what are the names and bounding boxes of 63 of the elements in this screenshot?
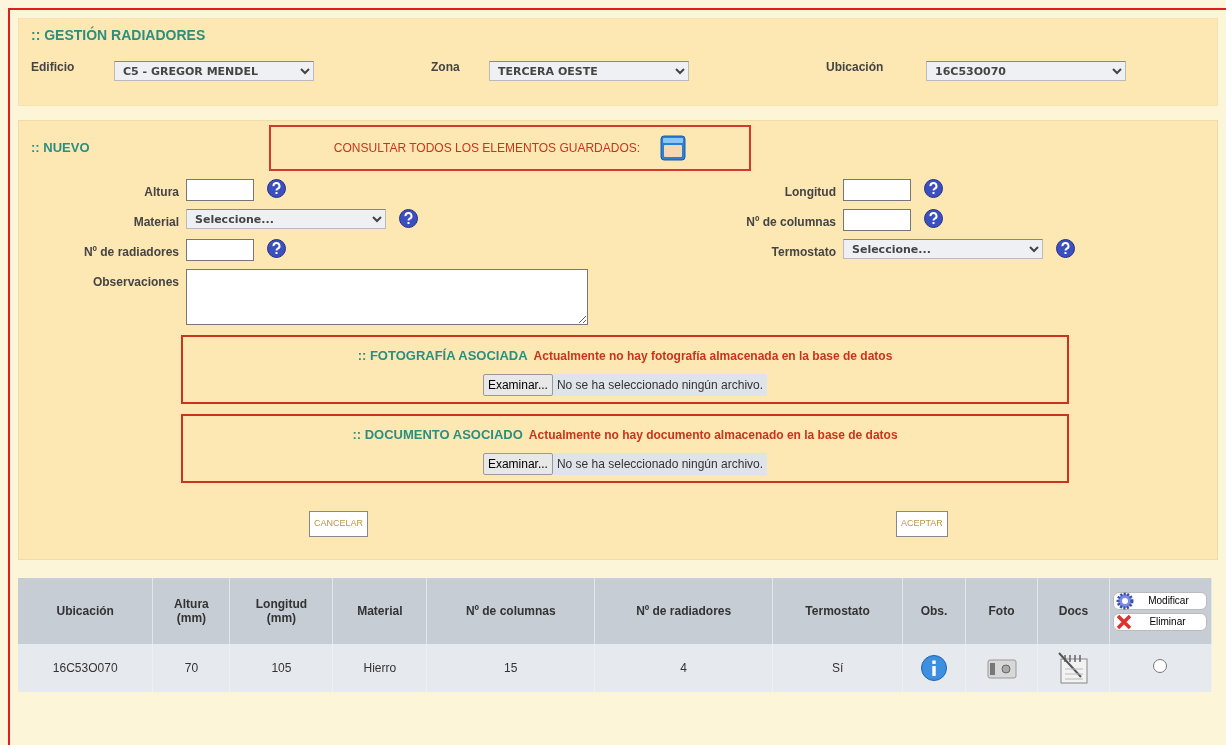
field-label: Edificio [31, 59, 76, 76]
input-field[interactable] [843, 179, 911, 201]
input-field[interactable] [843, 209, 911, 231]
field-label: Nº de radiadores [82, 244, 179, 261]
section-title: :: NUEVO [31, 139, 91, 158]
field-label: Altura [143, 184, 179, 201]
attachment-title: :: FOTOGRAFÍA ASOCIADA [357, 348, 528, 363]
field-label: Nº de columnas [745, 214, 836, 231]
field-label: Observaciones [91, 274, 179, 291]
consult-label: CONSULTAR TODOS LOS ELEMENTOS GUARDADOS: [333, 140, 641, 157]
input-field[interactable] [186, 179, 254, 201]
table-cell: Sí [772, 644, 903, 692]
help-icon[interactable] [267, 179, 286, 198]
field-label: Termostato [770, 244, 836, 261]
field-label: Ubicación [826, 59, 885, 76]
field-label: Zona [431, 59, 461, 76]
column-header: Nº de columnas [426, 578, 595, 644]
dropdown[interactable]: 16C53O070 [926, 61, 1126, 81]
table-cell: 16C53O070 [18, 644, 153, 692]
table-cell: 15 [426, 644, 595, 692]
browse-button[interactable]: Examinar... [482, 373, 553, 396]
text-area[interactable] [186, 269, 588, 325]
column-header: Obs. [902, 578, 966, 644]
column-header: Foto [965, 578, 1038, 644]
file-status-text: No se ha seleccionado ningún archivo. [552, 452, 768, 475]
status-message: Actualmente no hay fotografía almacenada en la base de datos [533, 349, 893, 363]
column-header: Altura (mm) [152, 578, 230, 644]
row-radio[interactable] [1153, 658, 1168, 673]
help-icon[interactable] [924, 179, 943, 198]
column-header: Material [332, 578, 427, 644]
photo-icon[interactable] [986, 657, 1017, 679]
help-icon[interactable] [1056, 239, 1075, 258]
table-cell: 4 [594, 644, 773, 692]
file-status-text: No se ha seleccionado ningún archivo. [552, 373, 768, 396]
table-cell: Hierro [332, 644, 427, 692]
gear-icon [1116, 591, 1135, 610]
attachment-title: :: DOCUMENTO ASOCIADO [352, 427, 523, 442]
column-header: Nº de radiadores [594, 578, 773, 644]
dropdown[interactable]: Seleccione... [186, 209, 386, 229]
column-header: Termostato [772, 578, 903, 644]
status-message: Actualmente no hay documento almacenado en la base de datos [528, 428, 898, 442]
browse-button[interactable]: Examinar... [482, 452, 553, 475]
help-icon[interactable] [399, 209, 418, 228]
help-icon[interactable] [924, 209, 943, 228]
field-label: Longitud [783, 184, 836, 201]
column-header: Longitud (mm) [229, 578, 333, 644]
column-header: Docs [1037, 578, 1110, 644]
edit-button[interactable]: Modificar [1113, 591, 1208, 610]
table-cell: 105 [229, 644, 333, 692]
info-icon[interactable] [920, 654, 949, 682]
field-label: Material [132, 214, 179, 231]
notepad-icon[interactable] [1057, 651, 1090, 685]
help-icon[interactable] [267, 239, 286, 258]
dropdown[interactable]: C5 - GREGOR MENDEL [114, 61, 314, 81]
folder-icon[interactable] [660, 135, 687, 161]
table-cell: 70 [152, 644, 230, 692]
dropdown[interactable]: TERCERA OESTE [489, 61, 689, 81]
input-field[interactable] [186, 239, 254, 261]
dropdown[interactable]: Seleccione... [843, 239, 1043, 259]
cross-icon [1116, 613, 1133, 630]
section-title: :: GESTIÓN RADIADORES [31, 25, 207, 45]
column-header: Ubicación [18, 578, 153, 644]
delete-button[interactable]: Eliminar [1113, 612, 1208, 631]
